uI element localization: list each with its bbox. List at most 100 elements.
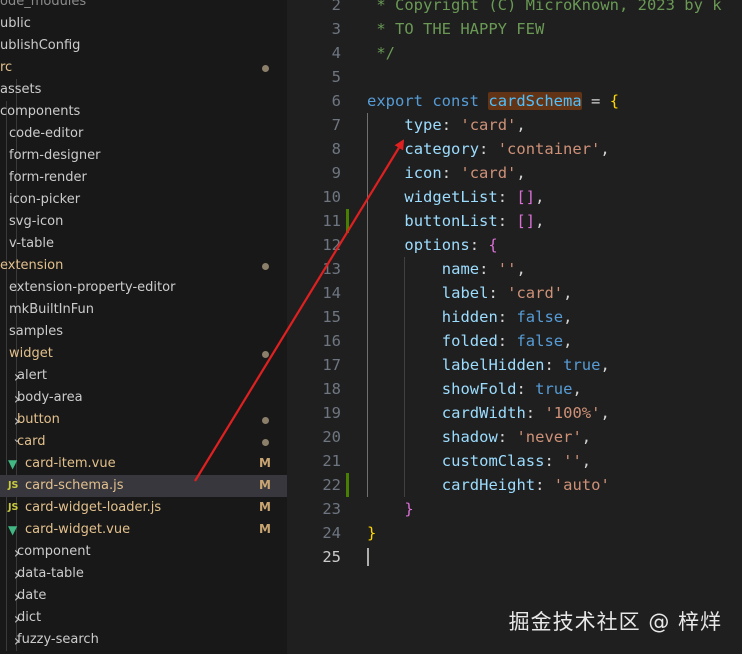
code-line[interactable]: 23} — [287, 497, 742, 521]
tree-item-label: rc — [0, 60, 13, 75]
code-token: , — [563, 284, 573, 302]
code-text: type: 'card', — [404, 113, 525, 137]
code-token: category — [404, 140, 480, 158]
file-item[interactable]: ▼ card-item.vue M — [0, 453, 287, 475]
file-item[interactable]: ▼ card-widget.vue M — [0, 519, 287, 541]
code-text: buttonList: [], — [404, 209, 544, 233]
code-line[interactable]: 3 * TO THE HAPPY FEW — [287, 17, 742, 41]
code-token: , — [581, 428, 592, 446]
folder-item[interactable]: ode_modules — [0, 0, 287, 13]
code-line[interactable]: 13 name: '', — [287, 257, 742, 281]
code-line[interactable]: 17 labelHidden: true, — [287, 353, 742, 377]
code-token: , — [563, 308, 573, 326]
code-token: cardHeight — [441, 476, 536, 494]
code-text: */ — [367, 41, 395, 65]
code-line[interactable]: 9 icon: 'card', — [287, 161, 742, 185]
code-line[interactable]: 20 shadow: 'never', — [287, 425, 742, 449]
code-line[interactable]: 18 showFold: true, — [287, 377, 742, 401]
folder-item[interactable]: ⌄ card — [0, 431, 287, 453]
code-line[interactable]: 21 customClass: '', — [287, 449, 742, 473]
folder-item[interactable]: v-table — [0, 233, 287, 255]
code-line[interactable]: 22 cardHeight: 'auto' — [287, 473, 742, 497]
code-line[interactable]: 6 export const cardSchema = { — [287, 89, 742, 113]
code-line[interactable]: 7 type: 'card', — [287, 113, 742, 137]
code-token: folded — [441, 332, 498, 350]
code-line[interactable]: 15 hidden: false, — [287, 305, 742, 329]
code-line[interactable]: 24} — [287, 521, 742, 545]
folder-item[interactable]: › data-table — [0, 563, 287, 585]
tree-item-label: button — [17, 412, 60, 427]
vue-file-icon: ▼ — [8, 523, 18, 537]
folder-item[interactable]: › component — [0, 541, 287, 563]
code-line[interactable]: 10 widgetList: [], — [287, 185, 742, 209]
code-token: 'card' — [507, 284, 564, 302]
code-token: widgetList — [404, 188, 498, 206]
folder-item[interactable]: mkBuiltInFun — [0, 299, 287, 321]
folder-item[interactable]: rc — [0, 57, 287, 79]
code-line[interactable]: 12 options: { — [287, 233, 742, 257]
code-token: label — [441, 284, 489, 302]
tree-item-label: samples — [9, 324, 64, 339]
code-token: shadow — [441, 428, 498, 446]
folder-item[interactable]: ublic — [0, 13, 287, 35]
code-line[interactable]: 2 * Copyright (C) MicroKnown, 2023 by k — [287, 0, 742, 17]
modified-dot-icon — [262, 263, 269, 270]
code-token: name — [441, 260, 480, 278]
code-text: category: 'container', — [404, 137, 609, 161]
tree-item-label: ublishConfig — [0, 38, 81, 53]
code-line[interactable]: 5 — [287, 65, 742, 89]
code-text: icon: 'card', — [404, 161, 525, 185]
folder-item[interactable]: svg-icon — [0, 211, 287, 233]
folder-item[interactable]: widget — [0, 343, 287, 365]
git-modified-badge: M — [259, 456, 271, 470]
folder-item[interactable]: samples — [0, 321, 287, 343]
code-token: labelHidden — [441, 356, 545, 374]
code-token: [] — [516, 188, 536, 206]
code-token: , — [516, 116, 526, 134]
folder-item[interactable]: › date — [0, 585, 287, 607]
code-token: : — [525, 404, 545, 422]
code-token: = — [581, 92, 610, 110]
folder-item[interactable]: ublishConfig — [0, 35, 287, 57]
text-cursor — [367, 548, 369, 566]
code-editor[interactable]: 2 * Copyright (C) MicroKnown, 2023 by k3… — [287, 0, 742, 654]
code-token: hidden — [441, 308, 498, 326]
folder-item[interactable]: icon-picker — [0, 189, 287, 211]
line-number: 14 — [322, 284, 341, 302]
folder-item[interactable]: › body-area — [0, 387, 287, 409]
code-token: : — [469, 236, 489, 254]
code-line[interactable]: 19 cardWidth: '100%', — [287, 401, 742, 425]
folder-item[interactable]: › fuzzy-search — [0, 629, 287, 651]
code-line[interactable]: 16 folded: false, — [287, 329, 742, 353]
code-token: : — [479, 140, 498, 158]
code-token: , — [516, 260, 526, 278]
tree-item-label: v-table — [9, 236, 54, 251]
code-line[interactable]: 25 — [287, 545, 742, 569]
code-token: , — [600, 404, 610, 422]
folder-item[interactable]: › button — [0, 409, 287, 431]
code-line[interactable]: 4 */ — [287, 41, 742, 65]
vue-file-icon: ▼ — [8, 457, 18, 471]
folder-item[interactable]: assets — [0, 79, 287, 101]
file-item[interactable]: JS card-schema.js M — [0, 475, 287, 497]
code-token: true — [535, 380, 573, 398]
line-number: 11 — [322, 212, 341, 230]
code-token: } — [404, 500, 414, 518]
code-line[interactable]: 11 buttonList: [], — [287, 209, 742, 233]
code-line[interactable]: 8 category: 'container', — [287, 137, 742, 161]
folder-item[interactable]: › alert — [0, 365, 287, 387]
code-text: widgetList: [], — [404, 185, 544, 209]
folder-item[interactable]: form-render — [0, 167, 287, 189]
folder-item[interactable]: extension — [0, 255, 287, 277]
code-text: showFold: true, — [442, 377, 582, 401]
folder-item[interactable]: components — [0, 101, 287, 123]
code-token: icon — [404, 164, 442, 182]
folder-item[interactable]: code-editor — [0, 123, 287, 145]
folder-item[interactable]: › dict — [0, 607, 287, 629]
code-token: : — [488, 284, 508, 302]
file-item[interactable]: JS card-widget-loader.js M — [0, 497, 287, 519]
tree-item-label: code-editor — [9, 126, 84, 141]
folder-item[interactable]: form-designer — [0, 145, 287, 167]
folder-item[interactable]: extension-property-editor — [0, 277, 287, 299]
code-line[interactable]: 14 label: 'card', — [287, 281, 742, 305]
